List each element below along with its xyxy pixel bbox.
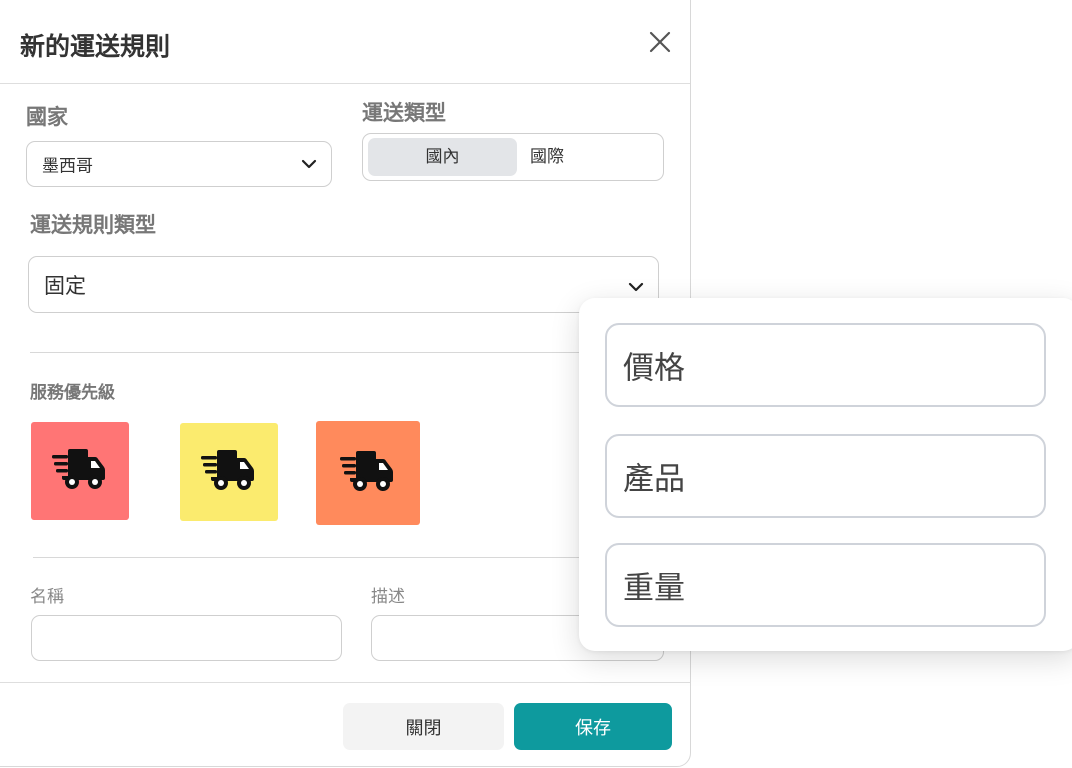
priority-tile-low[interactable] bbox=[316, 421, 420, 525]
fast-truck-icon bbox=[201, 448, 257, 496]
name-input[interactable] bbox=[31, 615, 342, 661]
shipping-type-international[interactable]: 國際 bbox=[519, 138, 575, 176]
country-label: 國家 bbox=[26, 105, 68, 129]
rule-type-label: 運送規則類型 bbox=[30, 213, 156, 237]
close-button[interactable]: 關閉 bbox=[343, 703, 504, 750]
chevron-down-icon bbox=[628, 273, 644, 297]
modal-title: 新的運送規則 bbox=[20, 32, 171, 61]
shipping-type-toggle: 國內 國際 bbox=[362, 133, 664, 181]
name-label: 名稱 bbox=[30, 587, 64, 607]
country-value: 墨西哥 bbox=[42, 156, 93, 177]
dropdown-option-label: 產品 bbox=[623, 461, 685, 498]
priority-tile-medium[interactable] bbox=[180, 423, 278, 521]
save-button[interactable]: 保存 bbox=[514, 703, 672, 750]
dropdown-option-label: 價格 bbox=[623, 350, 685, 387]
fast-truck-icon bbox=[340, 449, 396, 497]
shipping-type-domestic[interactable]: 國內 bbox=[368, 138, 517, 176]
modal-header: 新的運送規則 bbox=[0, 0, 690, 84]
divider bbox=[30, 352, 630, 353]
rule-type-dropdown: 價格 產品 重量 bbox=[579, 298, 1072, 651]
dropdown-option-product[interactable]: 產品 bbox=[605, 434, 1046, 518]
dropdown-option-price[interactable]: 價格 bbox=[605, 323, 1046, 407]
fast-truck-icon bbox=[52, 447, 108, 495]
dropdown-option-weight[interactable]: 重量 bbox=[605, 543, 1046, 627]
priority-label: 服務優先級 bbox=[30, 383, 115, 403]
dropdown-option-label: 重量 bbox=[623, 570, 685, 607]
chevron-down-icon bbox=[301, 154, 317, 174]
description-label: 描述 bbox=[371, 587, 405, 607]
modal-footer: 關閉 保存 bbox=[0, 682, 690, 766]
rule-type-select[interactable]: 固定 bbox=[28, 256, 659, 313]
close-icon[interactable] bbox=[647, 29, 673, 55]
shipping-type-label: 運送類型 bbox=[362, 101, 446, 125]
rule-type-value: 固定 bbox=[44, 273, 86, 298]
priority-tile-high[interactable] bbox=[31, 422, 129, 520]
divider bbox=[33, 557, 593, 558]
country-select[interactable]: 墨西哥 bbox=[26, 141, 332, 187]
